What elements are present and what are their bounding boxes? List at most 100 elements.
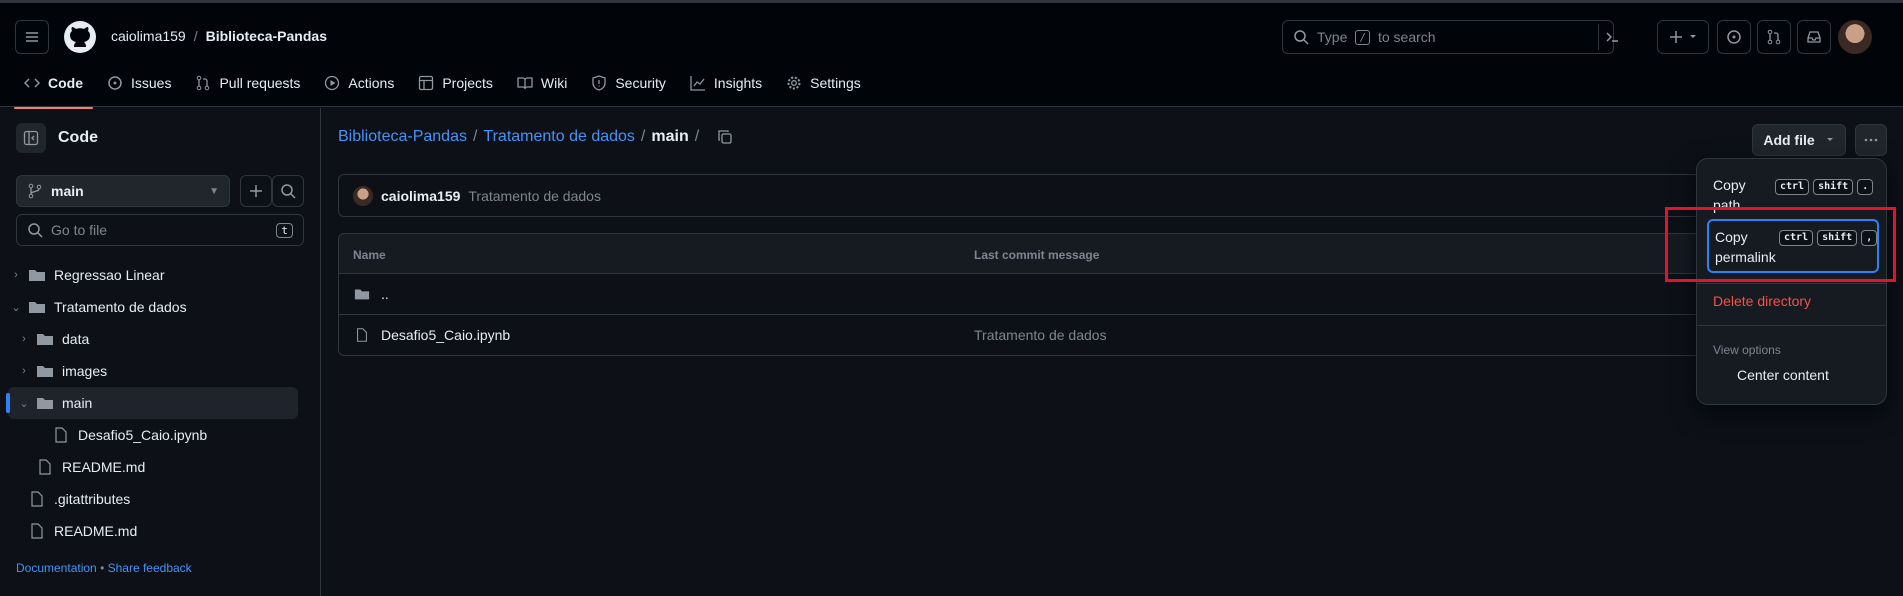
search-icon bbox=[28, 223, 43, 238]
folder-icon bbox=[29, 270, 45, 281]
tab-actions[interactable]: Actions bbox=[314, 65, 404, 101]
search-files-button[interactable] bbox=[272, 175, 304, 207]
tab-label: Security bbox=[615, 75, 666, 91]
more-options-button[interactable] bbox=[1855, 124, 1887, 156]
sidebar-collapse-icon bbox=[23, 130, 39, 146]
go-to-file-input[interactable]: Go to file t bbox=[16, 214, 304, 246]
tab-pull-requests[interactable]: Pull requests bbox=[185, 65, 310, 101]
menu-item-center-content[interactable]: Center content bbox=[1737, 367, 1829, 383]
tab-insights[interactable]: Insights bbox=[680, 65, 772, 101]
kebab-horizontal-icon bbox=[1864, 138, 1878, 142]
chevron-down-icon[interactable]: ⌄ bbox=[16, 397, 32, 410]
file-icon bbox=[31, 523, 43, 539]
tab-wiki[interactable]: Wiki bbox=[507, 65, 577, 101]
sidebar-footer: Documentation • Share feedback bbox=[16, 561, 192, 575]
tab-label: Settings bbox=[810, 75, 861, 91]
tree-item-label: README.md bbox=[54, 523, 138, 539]
pull-requests-button[interactable] bbox=[1757, 20, 1791, 54]
search-placeholder-prefix: Type bbox=[1317, 29, 1348, 45]
add-file-sidebar-button[interactable] bbox=[240, 175, 272, 207]
terminal-icon bbox=[1605, 32, 1618, 42]
table-header: Name Last commit message bbox=[339, 234, 1737, 274]
collapse-sidebar-button[interactable] bbox=[16, 123, 46, 153]
share-feedback-link[interactable]: Share feedback bbox=[108, 561, 192, 575]
add-file-button[interactable]: Add file bbox=[1752, 124, 1846, 156]
plus-icon bbox=[1670, 31, 1696, 43]
chevron-down-icon[interactable]: ⌄ bbox=[8, 301, 24, 314]
graph-icon bbox=[690, 76, 705, 91]
file-tree-sidebar: Code main ▼ Go to file t › Regressao Lin… bbox=[0, 108, 321, 596]
tab-projects[interactable]: Projects bbox=[408, 65, 503, 101]
command-palette-button[interactable] bbox=[1598, 24, 1624, 50]
go-to-file-placeholder: Go to file bbox=[51, 222, 108, 238]
tree-item-folder[interactable]: › data bbox=[8, 323, 298, 355]
tab-security[interactable]: Security bbox=[581, 65, 676, 101]
breadcrumb-dir-link[interactable]: Tratamento de dados bbox=[483, 128, 635, 146]
inbox-icon bbox=[1807, 31, 1821, 43]
latest-commit-bar: caiolima159 Tratamento de dados 51 bbox=[338, 174, 1739, 217]
commit-message[interactable]: Tratamento de dados bbox=[468, 188, 601, 204]
tab-code[interactable]: Code bbox=[14, 65, 93, 109]
commit-author-avatar[interactable] bbox=[353, 185, 373, 206]
breadcrumb-repo-link[interactable]: Biblioteca-Pandas bbox=[338, 128, 467, 146]
tree-item-file[interactable]: Desafio5_Caio.ipynb bbox=[8, 419, 298, 451]
avatar[interactable] bbox=[1838, 20, 1872, 54]
tree-item-label: Tratamento de dados bbox=[54, 299, 187, 315]
inbox-button[interactable] bbox=[1797, 20, 1831, 54]
breadcrumb-separator: / bbox=[193, 28, 198, 44]
tree-item-folder[interactable]: › Regressao Linear bbox=[8, 259, 298, 291]
shortcut-keys: ctrl shift . bbox=[1775, 179, 1874, 195]
chevron-right-icon[interactable]: › bbox=[16, 333, 32, 345]
table-icon bbox=[419, 75, 434, 91]
github-logo-icon[interactable] bbox=[63, 20, 97, 54]
tree-item-label: Regressao Linear bbox=[54, 267, 165, 283]
tab-issues[interactable]: Issues bbox=[97, 65, 181, 101]
file-icon bbox=[357, 328, 367, 342]
tree-item-file[interactable]: README.md bbox=[8, 515, 298, 547]
issue-icon bbox=[108, 76, 122, 90]
create-new-button[interactable] bbox=[1657, 20, 1709, 54]
chevron-right-icon[interactable]: › bbox=[16, 365, 32, 377]
row-name[interactable]: .. bbox=[381, 286, 389, 302]
tab-settings[interactable]: Settings bbox=[776, 65, 871, 101]
branch-selector[interactable]: main ▼ bbox=[16, 175, 230, 207]
search-icon bbox=[1294, 30, 1309, 45]
menu-button[interactable] bbox=[15, 20, 49, 54]
breadcrumb-separator: / bbox=[694, 128, 700, 145]
search-shortcut-key: / bbox=[1355, 29, 1370, 45]
repo-tabs: Code Issues Pull requests Actions Projec… bbox=[14, 65, 871, 109]
copy-icon[interactable] bbox=[717, 129, 733, 145]
pull-request-icon bbox=[197, 75, 210, 91]
menu-item-delete-directory[interactable]: Delete directory bbox=[1713, 293, 1811, 309]
row-commit[interactable]: Tratamento de dados bbox=[974, 327, 1107, 343]
tree-item-file[interactable]: README.md bbox=[8, 451, 298, 483]
global-header: caiolima159 / Biblioteca-Pandas Type / t… bbox=[0, 3, 1903, 109]
table-row[interactable]: .. bbox=[339, 274, 1737, 315]
plus-icon bbox=[250, 185, 262, 197]
tree-item-folder[interactable]: ⌄ Tratamento de dados bbox=[8, 291, 298, 323]
folder-open-icon bbox=[29, 302, 45, 313]
tree-item-folder[interactable]: › images bbox=[8, 355, 298, 387]
tab-label: Wiki bbox=[540, 75, 568, 91]
repo-breadcrumb: caiolima159 / Biblioteca-Pandas bbox=[111, 28, 327, 44]
folder-icon bbox=[354, 289, 370, 300]
search-placeholder-suffix: to search bbox=[1377, 29, 1436, 45]
shortcut-key: ctrl bbox=[1775, 179, 1810, 195]
tree-item-folder-selected[interactable]: ⌄ main bbox=[6, 387, 298, 419]
file-table: Name Last commit message .. Desafio5_Cai… bbox=[338, 233, 1738, 356]
documentation-link[interactable]: Documentation bbox=[16, 561, 97, 575]
issues-button[interactable] bbox=[1717, 20, 1751, 54]
row-name[interactable]: Desafio5_Caio.ipynb bbox=[381, 327, 510, 343]
repo-link[interactable]: Biblioteca-Pandas bbox=[206, 28, 327, 44]
search-input[interactable]: Type / to search bbox=[1282, 20, 1614, 54]
file-icon bbox=[39, 459, 51, 475]
menu-divider bbox=[1697, 283, 1886, 284]
chevron-right-icon[interactable]: › bbox=[8, 269, 24, 281]
table-row[interactable]: Desafio5_Caio.ipynb Tratamento de dados bbox=[339, 315, 1737, 355]
sidebar-title: Code bbox=[58, 129, 98, 146]
folder-open-icon bbox=[37, 398, 53, 409]
commit-author[interactable]: caiolima159 bbox=[381, 188, 460, 204]
go-to-file-shortcut: t bbox=[276, 222, 293, 238]
owner-link[interactable]: caiolima159 bbox=[111, 28, 186, 44]
tree-item-file[interactable]: .gitattributes bbox=[8, 483, 298, 515]
